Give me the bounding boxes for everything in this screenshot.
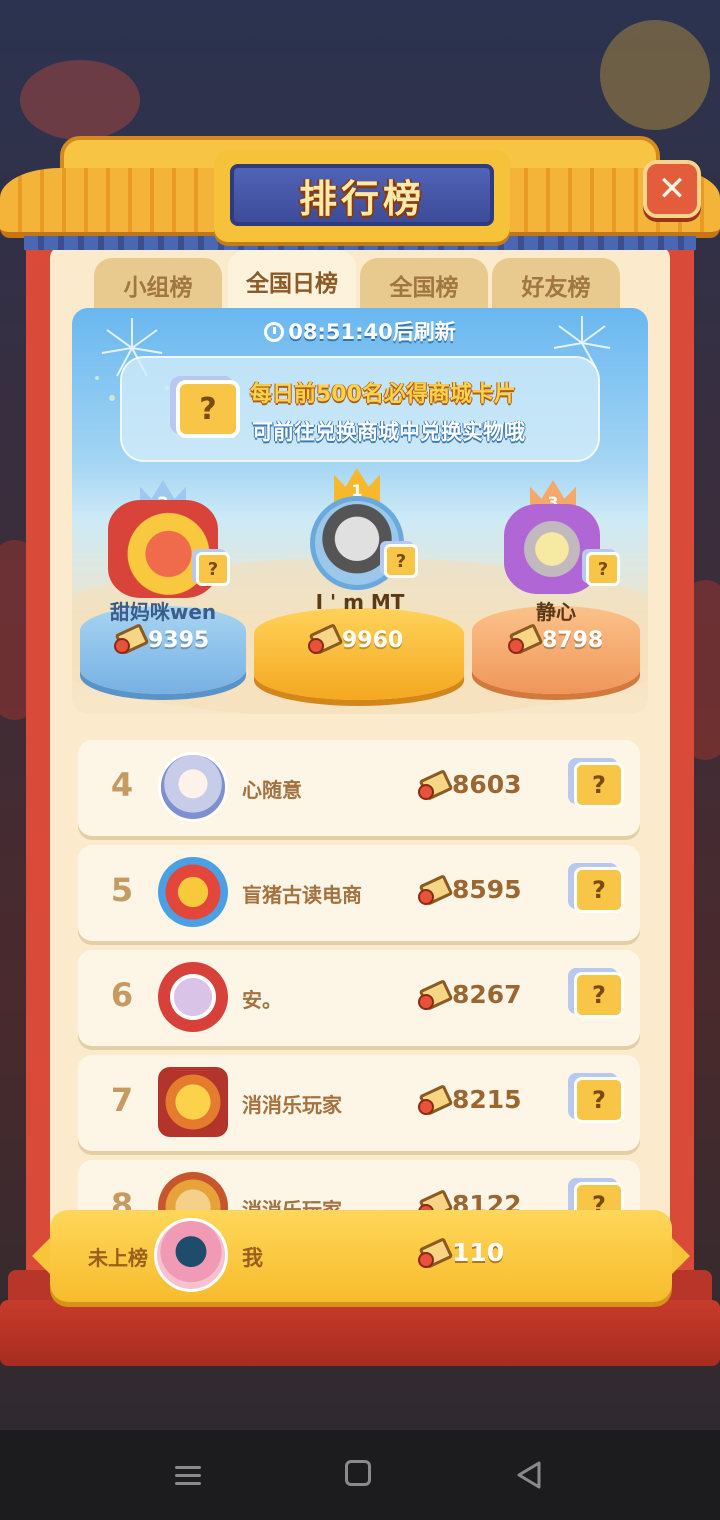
refresh-text: 08:51:40后刷新 xyxy=(288,320,456,344)
brush-icon xyxy=(506,626,536,654)
list-item[interactable]: 6 安。 8267 ? xyxy=(78,950,640,1046)
list-item[interactable]: 5 盲猪古读电商 8595 ? xyxy=(78,845,640,941)
brush-icon xyxy=(416,982,446,1010)
player-score-value: 8595 xyxy=(452,875,522,904)
player-name: 安。 xyxy=(242,988,282,1012)
my-rank-status: 未上榜 xyxy=(88,1246,148,1270)
mystery-card-icon: ? xyxy=(384,544,418,578)
brush-icon xyxy=(416,877,446,905)
avatar[interactable] xyxy=(158,1172,228,1212)
mystery-card-icon: ? xyxy=(176,380,240,438)
podium-name-1: I ' m MT xyxy=(315,590,405,614)
podium-base-1 xyxy=(254,608,464,700)
close-icon: ✕ xyxy=(657,169,687,209)
rank-number: 4 xyxy=(110,766,134,804)
avatar[interactable] xyxy=(158,857,228,927)
back-button[interactable] xyxy=(515,1460,545,1490)
mystery-card-icon[interactable]: ? xyxy=(574,972,624,1018)
player-score: 8603 xyxy=(416,770,522,800)
clock-icon xyxy=(264,322,285,342)
tab-group[interactable]: 小组榜 xyxy=(94,258,222,312)
brush-icon xyxy=(416,772,446,800)
mystery-card-icon: ? xyxy=(586,552,620,586)
home-icon xyxy=(345,1460,371,1486)
podium-score-2-value: 9395 xyxy=(148,628,210,653)
player-score: 8215 xyxy=(416,1085,522,1115)
tab-national[interactable]: 全国榜 xyxy=(360,258,488,312)
avatar[interactable] xyxy=(158,962,228,1032)
title-inner: 排行榜 xyxy=(230,164,494,226)
avatar[interactable] xyxy=(154,1218,228,1292)
player-score-value: 8267 xyxy=(452,980,522,1009)
player-score: 8595 xyxy=(416,875,522,905)
player-score-value: 8122 xyxy=(452,1190,522,1212)
list-item[interactable]: 7 消消乐玩家 8215 ? xyxy=(78,1055,640,1151)
player-score: 8267 xyxy=(416,980,522,1010)
podium-score-2: 9395 xyxy=(112,626,210,654)
podium-score-1: 9960 xyxy=(306,626,404,654)
mystery-card-icon[interactable]: ? xyxy=(574,762,624,808)
title-plaque: 排行榜 xyxy=(214,150,510,242)
system-navigation-bar xyxy=(0,1430,720,1520)
podium-name-3: 静心 xyxy=(536,600,576,624)
podium-score-3-value: 8798 xyxy=(542,628,604,653)
brush-icon xyxy=(416,1192,446,1212)
rank-number: 5 xyxy=(110,871,134,909)
podium-score-1-value: 9960 xyxy=(342,628,404,653)
podium-name-2: 甜妈咪wen xyxy=(109,600,217,624)
player-score-value: 8215 xyxy=(452,1085,522,1114)
close-button[interactable]: ✕ xyxy=(643,160,701,218)
banner-subtext: 可前往兑换商城中兑换实物哦 xyxy=(252,420,525,444)
my-score: 110 xyxy=(416,1238,505,1268)
player-name: 心随意 xyxy=(242,778,302,802)
mystery-card-icon[interactable]: ? xyxy=(574,1077,624,1123)
list-item[interactable]: 8 消消乐玩家 8122 ? xyxy=(78,1160,640,1212)
list-clip: 8 消消乐玩家 8122 ? xyxy=(72,1150,652,1212)
brush-icon xyxy=(416,1087,446,1115)
tab-friends[interactable]: 好友榜 xyxy=(492,258,620,312)
player-name: 消消乐玩家 xyxy=(242,1093,342,1117)
frame-base xyxy=(0,1300,720,1366)
my-score-value: 110 xyxy=(452,1238,505,1267)
refresh-timer: 08:51:40后刷新 xyxy=(0,316,720,346)
player-score-value: 8603 xyxy=(452,770,522,799)
my-name: 我 xyxy=(242,1246,263,1270)
brush-icon xyxy=(416,1240,446,1268)
home-button[interactable] xyxy=(345,1460,375,1490)
banner-headline: 每日前500名必得商城卡片 xyxy=(250,382,516,407)
podium-score-3: 8798 xyxy=(506,626,604,654)
page-title: 排行榜 xyxy=(298,176,425,221)
menu-button[interactable] xyxy=(173,1460,203,1490)
player-score: 8122 xyxy=(416,1190,522,1212)
my-rank-row[interactable]: 未上榜 我 110 xyxy=(32,1210,690,1302)
mystery-card-icon: ? xyxy=(196,552,230,586)
player-name: 盲猪古读电商 xyxy=(242,883,362,907)
mystery-card-icon[interactable]: ? xyxy=(574,867,624,913)
back-icon xyxy=(517,1461,541,1489)
brush-icon xyxy=(306,626,336,654)
mystery-card-icon[interactable]: ? xyxy=(574,1182,624,1212)
avatar[interactable] xyxy=(158,1067,228,1137)
brush-icon xyxy=(112,626,142,654)
list-item[interactable]: 4 心随意 8603 ? xyxy=(78,740,640,836)
rank-number: 7 xyxy=(110,1081,134,1119)
rank-number: 6 xyxy=(110,976,134,1014)
tab-national-daily[interactable]: 全国日榜 xyxy=(228,250,356,312)
avatar[interactable] xyxy=(158,752,228,822)
rank-number: 8 xyxy=(110,1186,134,1212)
